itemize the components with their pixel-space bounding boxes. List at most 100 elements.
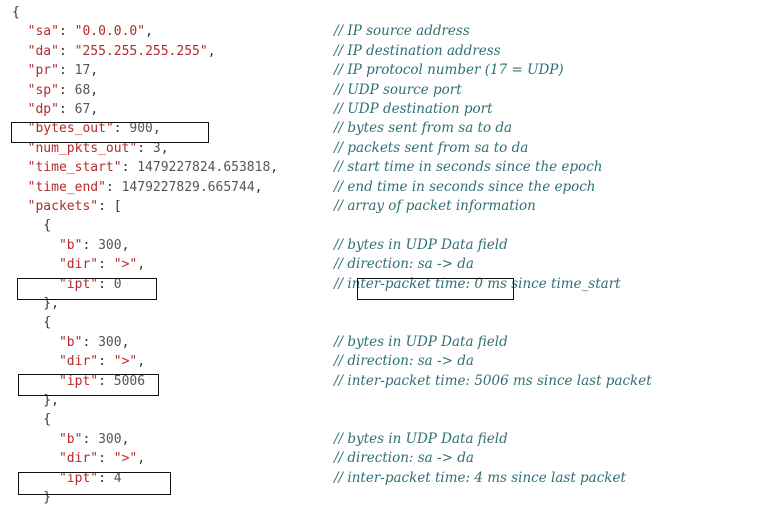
json-number: 1479227824.653818 — [137, 160, 271, 176]
code-text: "dir": ">", — [12, 352, 145, 371]
json-punctuation: { — [12, 5, 20, 20]
json-key: "packets" — [27, 199, 99, 214]
json-key: "sa" — [27, 24, 59, 40]
json-key: "bytes_out" — [27, 121, 114, 137]
code-comment: // bytes in UDP Data field — [334, 236, 508, 253]
json-punctuation — [12, 471, 59, 486]
code-text: "ipt": 4 — [12, 469, 122, 488]
json-punctuation: : — [98, 373, 114, 389]
json-key: "da" — [27, 43, 59, 59]
json-key: "dir" — [58, 451, 99, 467]
json-punctuation — [12, 63, 28, 78]
json-punctuation — [12, 335, 59, 350]
code-text: { — [12, 216, 51, 235]
code-comment: // IP source address — [334, 23, 470, 40]
json-punctuation — [12, 121, 28, 136]
json-punctuation — [12, 277, 59, 292]
code-text: "packets": [ — [12, 197, 122, 216]
code-text: "sp": 68, — [12, 81, 98, 100]
json-key: "ipt" — [58, 276, 99, 292]
json-punctuation: { — [12, 412, 52, 428]
json-punctuation — [12, 102, 28, 117]
json-punctuation: : — [105, 179, 122, 195]
json-punctuation — [12, 160, 28, 175]
code-comment: // UDP destination port — [334, 101, 493, 117]
json-key: "num_pkts_out" — [27, 140, 138, 156]
json-punctuation — [12, 44, 28, 59]
json-punctuation: : — [98, 276, 114, 292]
json-string: "255.255.255.255" — [74, 43, 208, 59]
code-comment: // bytes in UDP Data field — [334, 333, 508, 350]
json-punctuation — [12, 432, 59, 447]
code-text: "ipt": 0 — [12, 275, 122, 294]
code-text: }, — [12, 294, 59, 313]
json-punctuation: : — [82, 431, 99, 447]
code-text: "ipt": 5006 — [12, 372, 145, 391]
json-string: ">" — [113, 451, 138, 467]
code-text: "pr": 17, — [12, 61, 98, 80]
json-punctuation: { — [12, 218, 52, 234]
code-text: "dp": 67, — [12, 100, 98, 119]
json-punctuation: : — [121, 160, 138, 176]
code-text: "num_pkts_out": 3, — [12, 139, 169, 158]
json-punctuation: , — [207, 43, 216, 59]
json-number: 900 — [129, 121, 153, 137]
json-punctuation: : — [82, 334, 99, 350]
json-punctuation: : — [113, 121, 130, 137]
code-text: "b": 300, — [12, 236, 129, 255]
json-punctuation — [12, 354, 59, 369]
json-punctuation: : — [98, 354, 114, 370]
json-punctuation: , — [137, 354, 146, 370]
json-string: ">" — [113, 354, 138, 370]
json-punctuation: }, — [12, 296, 59, 311]
code-text: { — [12, 313, 51, 332]
json-punctuation — [12, 83, 28, 98]
json-key: "ipt" — [58, 373, 99, 389]
json-punctuation: , — [121, 431, 130, 447]
json-punctuation — [12, 257, 59, 272]
json-punctuation: , — [121, 334, 130, 350]
json-punctuation: , — [254, 179, 263, 195]
code-comment: // direction: sa -> da — [334, 353, 474, 370]
json-punctuation: , — [90, 102, 99, 117]
code-comment: // end time in seconds since the epoch — [334, 178, 596, 195]
code-text: "dir": ">", — [12, 449, 145, 468]
json-punctuation: : — [58, 102, 75, 117]
json-key: "dir" — [58, 354, 99, 370]
json-key: "b" — [58, 237, 83, 253]
json-number: 68 — [74, 82, 91, 98]
json-punctuation — [12, 141, 28, 156]
code-text: { — [12, 3, 20, 22]
json-number: 300 — [98, 237, 122, 253]
json-string: "0.0.0.0" — [74, 24, 146, 40]
json-punctuation: : — [58, 43, 75, 59]
json-punctuation: : — [58, 24, 75, 40]
json-number: 17 — [74, 63, 91, 79]
json-number: 5006 — [113, 373, 146, 389]
json-punctuation — [12, 374, 59, 389]
json-punctuation: , — [90, 82, 99, 98]
code-comment: // array of packet information — [334, 198, 536, 214]
code-text: { — [12, 410, 51, 429]
code-comment: // IP destination address — [334, 42, 501, 59]
json-punctuation: , — [121, 237, 130, 253]
json-key: "time_start" — [27, 160, 122, 176]
json-punctuation: , — [145, 24, 153, 40]
json-punctuation — [12, 199, 28, 214]
json-punctuation: , — [160, 140, 169, 156]
json-punctuation: : — [58, 63, 75, 79]
json-string: ">" — [113, 257, 138, 273]
code-text: "time_start": 1479227824.653818, — [12, 158, 278, 177]
json-number: 67 — [74, 102, 91, 117]
json-punctuation — [12, 238, 59, 253]
json-punctuation: }, — [12, 393, 59, 408]
json-punctuation: : — [82, 237, 99, 253]
json-punctuation — [12, 451, 59, 466]
json-key: "ipt" — [58, 470, 99, 486]
code-comment: // IP protocol number (17 = UDP) — [334, 62, 564, 79]
code-text: }, — [12, 391, 59, 410]
json-key: "dir" — [58, 257, 99, 273]
code-text: "dir": ">", — [12, 255, 145, 274]
json-punctuation: : — [98, 257, 114, 273]
code-text: "sa": "0.0.0.0", — [12, 22, 153, 41]
